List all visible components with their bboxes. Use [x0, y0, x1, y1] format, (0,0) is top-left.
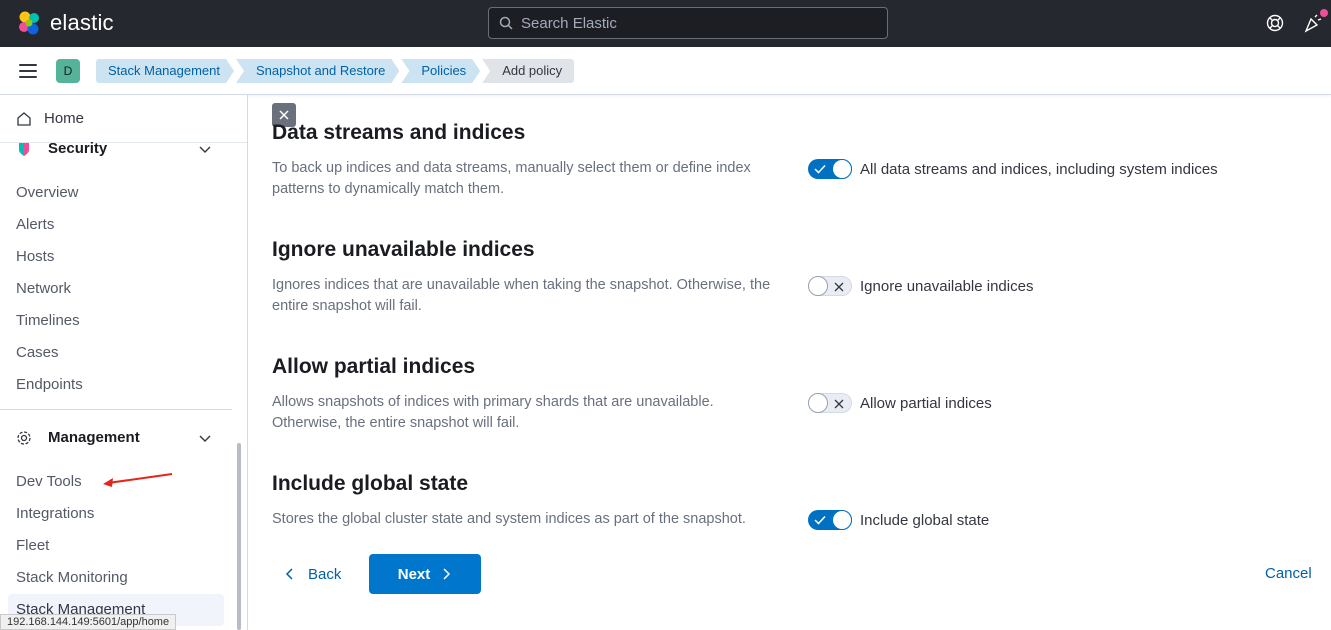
side-navigation: Home Security Overview Alerts Hosts Netw… [0, 95, 248, 630]
check-icon [814, 515, 826, 525]
search-placeholder: Search Elastic [521, 14, 617, 32]
breadcrumb-bar: D Stack Management Snapshot and Restore … [0, 47, 1331, 95]
toggle-label: All data streams and indices, including … [860, 160, 1218, 178]
space-avatar[interactable]: D [56, 59, 80, 83]
nav-item-dev-tools[interactable]: Dev Tools [16, 473, 82, 490]
nav-divider [0, 409, 232, 410]
nav-item-stack-monitoring[interactable]: Stack Monitoring [16, 569, 128, 586]
toggle-ignore-unavailable[interactable]: Ignore unavailable indices [808, 276, 1033, 296]
switch-off[interactable] [808, 393, 852, 413]
switch-on[interactable] [808, 159, 852, 179]
home-icon [17, 111, 31, 126]
setting-title: Include global state [272, 472, 469, 495]
back-button[interactable]: Back [272, 554, 352, 594]
top-header: elastic Search Elastic [0, 0, 1331, 47]
elastic-logo[interactable]: elastic [16, 10, 114, 36]
cross-icon [834, 282, 844, 292]
switch-on[interactable] [808, 510, 852, 530]
nav-section-security-label: Security [48, 140, 108, 157]
breadcrumb-stack-management[interactable]: Stack Management [96, 59, 234, 83]
notification-dot [1320, 9, 1328, 17]
setting-global-state: Include global state Stores the global c… [272, 472, 1272, 530]
next-button-label: Next [397, 565, 431, 583]
nav-item-fleet[interactable]: Fleet [16, 537, 49, 554]
menu-toggle-button[interactable] [19, 64, 37, 78]
brand-name: elastic [50, 10, 114, 35]
elastic-logo-icon [19, 11, 39, 35]
toggle-label: Ignore unavailable indices [860, 277, 1034, 295]
nav-item-endpoints[interactable]: Endpoints [16, 376, 83, 393]
nav-item-timelines[interactable]: Timelines [16, 312, 80, 329]
nav-item-integrations[interactable]: Integrations [16, 505, 94, 522]
newsfeed-button[interactable] [1302, 9, 1328, 34]
gear-icon [17, 430, 31, 445]
sidebar-scrollbar[interactable] [237, 443, 241, 630]
next-button[interactable]: Next [369, 554, 481, 594]
setting-title: Allow partial indices [272, 355, 476, 378]
setting-description: Allows snapshots of indices with primary… [272, 394, 714, 431]
chevron-down-icon [199, 146, 211, 153]
toggle-label: Include global state [860, 511, 990, 529]
setting-description: Stores the global cluster state and syst… [272, 511, 746, 527]
setting-allow-partial: Allow partial indices Allows snapshots o… [272, 355, 1272, 431]
setting-data-streams: Data streams and indices To back up indi… [272, 121, 1272, 197]
nav-item-hosts[interactable]: Hosts [16, 248, 54, 265]
security-app-icon [19, 142, 29, 156]
check-icon [814, 164, 826, 174]
nav-section-management-label: Management [48, 429, 140, 446]
breadcrumb-add-policy: Add policy [482, 59, 575, 83]
close-icon [279, 110, 289, 120]
toggle-label: Allow partial indices [860, 394, 992, 412]
breadcrumb-snapshot-restore[interactable]: Snapshot and Restore [236, 59, 399, 83]
back-button-label: Back [308, 565, 342, 583]
cross-icon [834, 399, 844, 409]
nav-item-alerts[interactable]: Alerts [16, 216, 54, 233]
cancel-button[interactable]: Cancel [1265, 565, 1312, 582]
nav-home[interactable]: Home [0, 95, 247, 143]
toggle-allow-partial[interactable]: Allow partial indices [808, 393, 992, 413]
chevron-down-icon [199, 435, 211, 442]
setting-title: Ignore unavailable indices [272, 238, 535, 261]
setting-title: Data streams and indices [272, 121, 526, 144]
nav-section-security[interactable]: Security [16, 140, 216, 157]
chevron-left-icon [285, 568, 293, 580]
switch-off[interactable] [808, 276, 852, 296]
search-icon [499, 16, 513, 30]
setting-description: Ignores indices that are unavailable whe… [272, 277, 771, 314]
setting-description: To back up indices and data streams, man… [272, 160, 751, 197]
help-button[interactable] [1264, 12, 1286, 34]
toggle-global-state[interactable]: Include global state [808, 510, 989, 530]
browser-status-url: 192.168.144.149:5601/app/home [0, 614, 177, 630]
chevron-right-icon [443, 568, 451, 580]
nav-section-management[interactable]: Management [16, 429, 216, 446]
nav-item-overview[interactable]: Overview [16, 184, 79, 201]
search-input[interactable]: Search Elastic [488, 7, 888, 39]
breadcrumb: Stack Management Snapshot and Restore Po… [96, 59, 576, 83]
nav-item-network[interactable]: Network [16, 280, 71, 297]
toggle-data-streams[interactable]: All data streams and indices, including … [808, 159, 1218, 179]
nav-home-label: Home [44, 110, 85, 127]
help-icon [1266, 14, 1284, 32]
setting-ignore-unavailable: Ignore unavailable indices Ignores indic… [272, 238, 1272, 314]
annotation-arrow-icon [103, 473, 173, 487]
nav-item-cases[interactable]: Cases [16, 344, 59, 361]
breadcrumb-policies[interactable]: Policies [401, 59, 480, 83]
